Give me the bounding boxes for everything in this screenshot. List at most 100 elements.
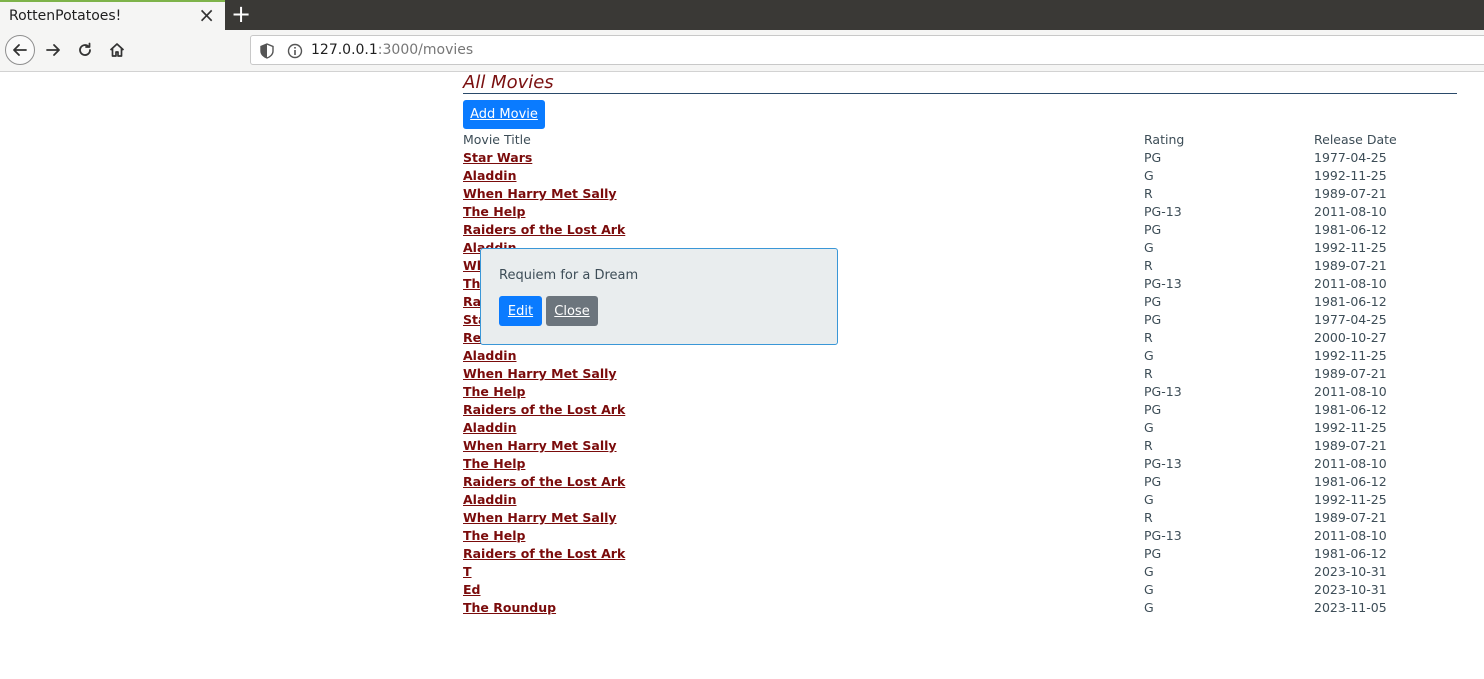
reload-icon [79, 42, 91, 56]
tab-title: RottenPotatoes! [9, 8, 122, 24]
shield-icon[interactable] [260, 43, 274, 59]
forward-arrow-icon [46, 44, 60, 56]
url-path: :3000/movies [377, 42, 474, 58]
movie-release-date: 1989-07-21 [1314, 366, 1387, 381]
movie-rating: R [1144, 366, 1153, 381]
movie-title-link[interactable]: Aladdin [463, 168, 516, 183]
table-row: When Harry Met Sally R 1989-07-21 [463, 185, 1457, 203]
title-divider [463, 93, 1457, 94]
browser-tab-bar: RottenPotatoes! × + [0, 0, 1484, 30]
movie-title-link[interactable]: Raiders of the Lost Ark [463, 222, 625, 237]
url-host: 127.0.0.1 [311, 42, 378, 58]
header-rating[interactable]: Rating [1144, 131, 1314, 149]
edit-button[interactable]: Edit [499, 296, 542, 326]
movie-release-date: 1981-06-12 [1314, 222, 1387, 237]
movie-title-link[interactable]: Raiders of the Lost Ark [463, 474, 625, 489]
movie-rating: R [1144, 186, 1153, 201]
add-movie-button[interactable]: Add Movie [463, 100, 545, 129]
movie-title-link[interactable]: Aladdin [463, 420, 516, 435]
home-icon [109, 43, 125, 57]
table-row: T G 2023-10-31 [463, 563, 1457, 581]
table-row: Aladdin G 1992-11-25 [463, 491, 1457, 509]
movie-title-link[interactable]: The Help [463, 528, 525, 543]
movie-title-cell: T [463, 563, 1144, 581]
movie-rating: G [1144, 240, 1154, 255]
movies-table: Movie Title Rating Release Date Star War… [463, 131, 1457, 617]
movie-title-link[interactable]: Star Wars [463, 150, 532, 165]
movie-title-cell: Aladdin [463, 347, 1144, 365]
home-button[interactable] [102, 35, 132, 65]
movie-title-link[interactable]: Raiders of the Lost Ark [463, 402, 625, 417]
movie-rating: PG [1144, 222, 1162, 237]
page-title: All Movies [463, 72, 554, 93]
table-row: The Help PG-13 2011-08-10 [463, 203, 1457, 221]
movie-title-link[interactable]: T [463, 564, 472, 579]
movie-title-cell: The Help [463, 455, 1144, 473]
movie-title-cell: The Help [463, 527, 1144, 545]
info-icon[interactable] [287, 43, 303, 59]
movie-title-cell: The Roundup [463, 599, 1144, 617]
movie-release-date: 2011-08-10 [1314, 204, 1387, 219]
movie-title-link[interactable]: When Harry Met Sally [463, 366, 617, 381]
table-row: When Harry Met Sally R 1989-07-21 [463, 509, 1457, 527]
table-row: Aladdin G 1992-11-25 [463, 419, 1457, 437]
close-button[interactable]: Close [546, 296, 598, 326]
movie-rating: PG-13 [1144, 384, 1182, 399]
movie-release-date: 1981-06-12 [1314, 474, 1387, 489]
movie-release-date: 2023-10-31 [1314, 582, 1387, 597]
movie-title-link[interactable]: Raiders of the Lost Ark [463, 546, 625, 561]
movie-release-date: 2000-10-27 [1314, 330, 1387, 345]
movie-release-date: 2023-10-31 [1314, 564, 1387, 579]
table-row: The Roundup G 2023-11-05 [463, 599, 1457, 617]
movie-title-link[interactable]: Ed [463, 582, 481, 597]
movie-release-date: 1977-04-25 [1314, 312, 1387, 327]
forward-button[interactable] [38, 35, 68, 65]
movie-title-cell: When Harry Met Sally [463, 185, 1144, 203]
table-row: When Harry Met Sally R 1989-07-21 [463, 365, 1457, 383]
main-content: All Movies Add Movie Movie Title Rating … [463, 72, 1457, 615]
table-row: Aladdin G 1992-11-25 [463, 167, 1457, 185]
table-row: The Help PG-13 2011-08-10 [463, 383, 1457, 401]
movie-rating: PG [1144, 150, 1162, 165]
movie-rating: G [1144, 348, 1154, 363]
movie-rating: G [1144, 582, 1154, 597]
movie-release-date: 1977-04-25 [1314, 150, 1387, 165]
movie-rating: PG-13 [1144, 204, 1182, 219]
new-tab-icon[interactable]: + [229, 1, 253, 27]
movie-rating: G [1144, 564, 1154, 579]
movie-title-cell: The Help [463, 383, 1144, 401]
movie-title-cell: When Harry Met Sally [463, 509, 1144, 527]
movie-release-date: 1992-11-25 [1314, 420, 1387, 435]
reload-button[interactable] [70, 35, 100, 65]
movie-title-link[interactable]: The Help [463, 456, 525, 471]
header-movie-title[interactable]: Movie Title [463, 131, 1144, 149]
movie-title-link[interactable]: When Harry Met Sally [463, 510, 617, 525]
movie-title-cell: Raiders of the Lost Ark [463, 473, 1144, 491]
table-row: Raiders of the Lost Ark PG 1981-06-12 [463, 221, 1457, 239]
address-bar[interactable]: 127.0.0.1:3000/movies [250, 35, 1484, 65]
movie-rating: R [1144, 510, 1153, 525]
movie-title-cell: Aladdin [463, 419, 1144, 437]
header-release-date[interactable]: Release Date [1314, 131, 1457, 149]
movie-release-date: 1992-11-25 [1314, 240, 1387, 255]
back-button[interactable] [5, 35, 35, 65]
movie-title-link[interactable]: When Harry Met Sally [463, 438, 617, 453]
movie-release-date: 2023-11-05 [1314, 600, 1387, 615]
movie-title-link[interactable]: The Roundup [463, 600, 556, 615]
movie-title-cell: The Help [463, 203, 1144, 221]
close-tab-icon[interactable]: × [198, 5, 215, 25]
table-row: Star Wars PG 1977-04-25 [463, 149, 1457, 167]
movie-rating: G [1144, 420, 1154, 435]
movie-title-link[interactable]: Aladdin [463, 348, 516, 363]
movie-rating: PG-13 [1144, 528, 1182, 543]
movie-title-link[interactable]: When Harry Met Sally [463, 186, 617, 201]
movie-title-cell: Aladdin [463, 491, 1144, 509]
browser-tab[interactable]: RottenPotatoes! × [0, 0, 225, 30]
movie-title-link[interactable]: Aladdin [463, 492, 516, 507]
movie-rating: G [1144, 492, 1154, 507]
table-row: Aladdin G 1992-11-25 [463, 347, 1457, 365]
table-row: Raiders of the Lost Ark PG 1981-06-12 [463, 545, 1457, 563]
movie-title-link[interactable]: The Help [463, 384, 525, 399]
movie-title-link[interactable]: The Help [463, 204, 525, 219]
movie-release-date: 1989-07-21 [1314, 438, 1387, 453]
